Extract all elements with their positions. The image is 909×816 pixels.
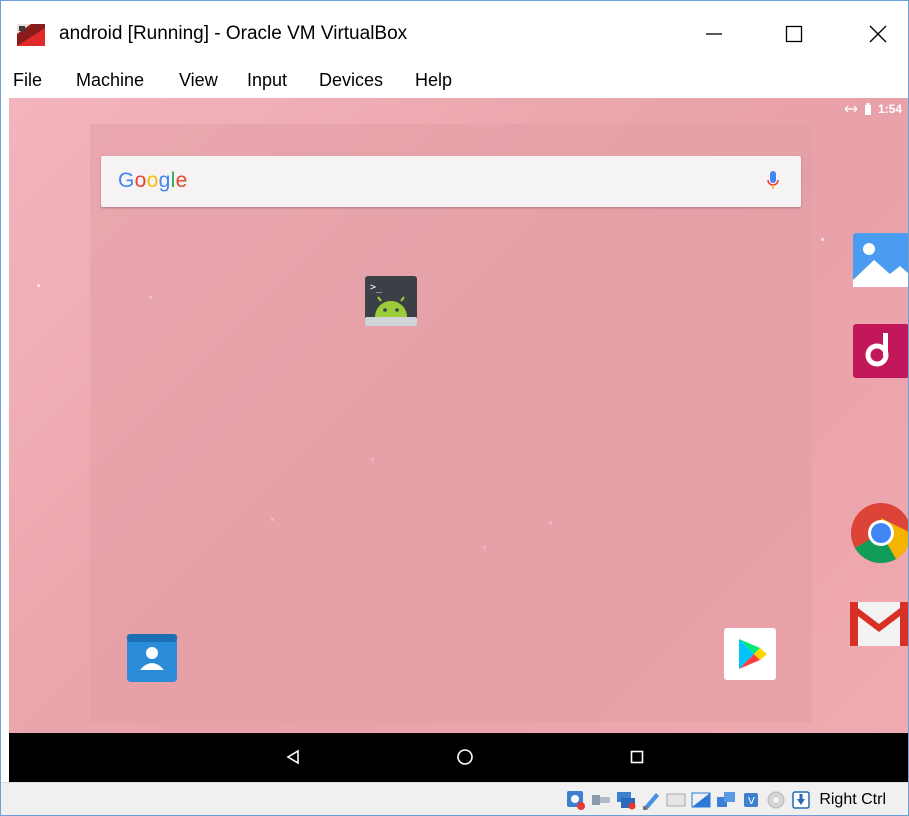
usb-icon[interactable] [590,789,612,811]
gmail-icon[interactable] [849,600,908,648]
video-capture-icon[interactable] [690,789,712,811]
google-search-bar[interactable]: Google [101,156,801,207]
menu-file[interactable]: File [13,70,42,91]
svg-text:V: V [748,796,755,807]
vm-status-bar: V Right Ctrl [1,782,908,815]
menu-devices[interactable]: Devices [319,70,383,91]
cpu-icon[interactable]: V [740,789,762,811]
music-icon[interactable] [852,323,908,379]
chrome-icon[interactable] [850,502,908,564]
minimize-button[interactable] [691,15,737,53]
virtualbox-window: android [Running] - Oracle VM VirtualBox… [0,0,909,816]
android-navigation-bar [9,733,908,782]
optical-drive-icon[interactable] [565,789,587,811]
home-widget-area [90,124,812,722]
settings-icon[interactable] [765,789,787,811]
nav-recents-button[interactable] [621,743,653,771]
title-bar[interactable]: android [Running] - Oracle VM VirtualBox [1,1,908,65]
display-icon[interactable] [665,789,687,811]
back-triangle-icon [286,749,299,765]
virtualbox-app-icon [17,24,45,46]
minimize-icon [706,33,722,35]
shared-folders-icon[interactable] [640,789,662,811]
vm-tray: V Right Ctrl [565,789,886,811]
status-time: 1:54 [877,102,902,116]
nav-back-button[interactable] [277,743,309,771]
close-button[interactable] [855,15,901,53]
play-store-icon[interactable] [723,627,777,681]
nav-home-button[interactable] [449,743,481,771]
android-screen[interactable]: 1:54 Google >_ [9,98,908,782]
close-icon [869,25,887,43]
data-arrows-icon [844,105,858,113]
contacts-icon[interactable] [125,630,179,686]
menu-bar: File Machine View Input Devices Help [1,65,908,97]
mouse-integration-icon[interactable] [715,789,737,811]
home-circle-icon [457,749,473,765]
svg-text:>_: >_ [370,282,383,293]
gallery-icon[interactable] [852,232,908,288]
battery-icon [864,103,871,115]
window-title: android [Running] - Oracle VM VirtualBox [59,23,408,44]
android-status-bar: 1:54 [844,102,902,116]
menu-help[interactable]: Help [415,70,452,91]
maximize-button[interactable] [771,15,817,53]
menu-view[interactable]: View [179,70,218,91]
menu-machine[interactable]: Machine [76,70,144,91]
recents-square-icon [630,750,644,764]
terminal-emulator-icon[interactable]: >_ [363,273,419,329]
host-key-arrow-icon[interactable] [790,789,812,811]
mic-icon[interactable] [765,169,781,193]
maximize-icon [785,25,803,43]
host-key-label: Right Ctrl [819,791,886,808]
menu-input[interactable]: Input [247,70,287,91]
google-logo: Google [118,169,188,192]
network-icon[interactable] [615,789,637,811]
